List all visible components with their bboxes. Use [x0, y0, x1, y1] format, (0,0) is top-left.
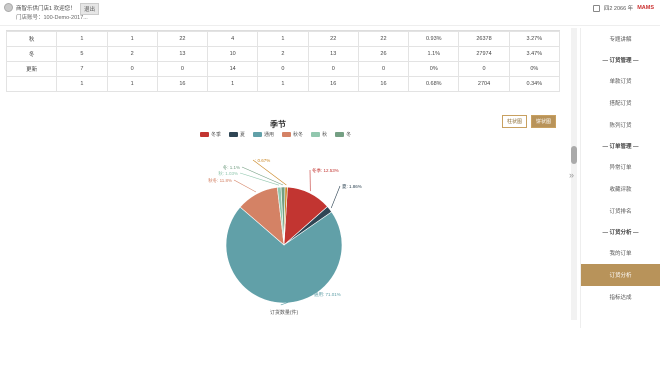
pie-label: 冬: 1.1% [223, 164, 240, 171]
sidebar-item[interactable]: 订货排名 [581, 200, 660, 222]
pie-label: : 0.67% [255, 158, 270, 163]
pie-label-line [241, 166, 284, 186]
pie-label: 冬季: 12.53% [312, 167, 339, 174]
sidebar-group-header: — 订货分析 — [602, 230, 639, 236]
pie-chart: 冬季: 12.53% 夏: 1.86% 通用: 71.01% 秋冬: 11.8%秋: … [208, 158, 362, 316]
pie-label: 秋冬: 11.8% [208, 177, 232, 184]
sidebar-item[interactable]: 订货分析 [581, 264, 660, 286]
sidebar-item[interactable]: 异常订单 [581, 156, 660, 178]
pie-label: 夏: 1.86% [342, 184, 362, 189]
pie-label: 通用: 71.01% [314, 291, 341, 298]
header-right-text: 四2 2066 年 [603, 6, 634, 12]
sidebar-group-header: — 订货管理 — [602, 58, 639, 64]
pie-label-line [252, 159, 287, 186]
scrollbar-thumb[interactable] [571, 146, 577, 164]
calendar-icon [592, 4, 600, 12]
collapse-arrow-icon[interactable]: » [569, 170, 574, 180]
pie-caption: 订货数量(件) [270, 309, 299, 316]
sidebar-item[interactable]: 专题讲解 [581, 28, 660, 50]
brand-logo: MAMS [637, 5, 654, 11]
sidebar-item[interactable]: 陈列订货 [581, 114, 660, 136]
sidebar-item[interactable]: 搭配订货 [581, 92, 660, 114]
sidebar: 专题讲解 — 订货管理 — 单款订货 搭配订货 陈列订货 — 订单管理 — 异常订单 收藏评款… [580, 28, 660, 328]
pie-label: 秋: 1.03% [218, 170, 238, 177]
sidebar-item[interactable]: 收藏评款 [581, 178, 660, 200]
sidebar-group-header: — 订单管理 — [602, 144, 639, 150]
sidebar-item[interactable]: 我的订单 [581, 242, 660, 264]
sidebar-item[interactable]: 单款订货 [581, 70, 660, 92]
sidebar-item[interactable]: 指标达成 [581, 286, 660, 308]
pie-label-line [330, 185, 341, 209]
pie-label-line [233, 179, 257, 193]
header-right: 四2 2066 年 MAMS [592, 4, 654, 12]
